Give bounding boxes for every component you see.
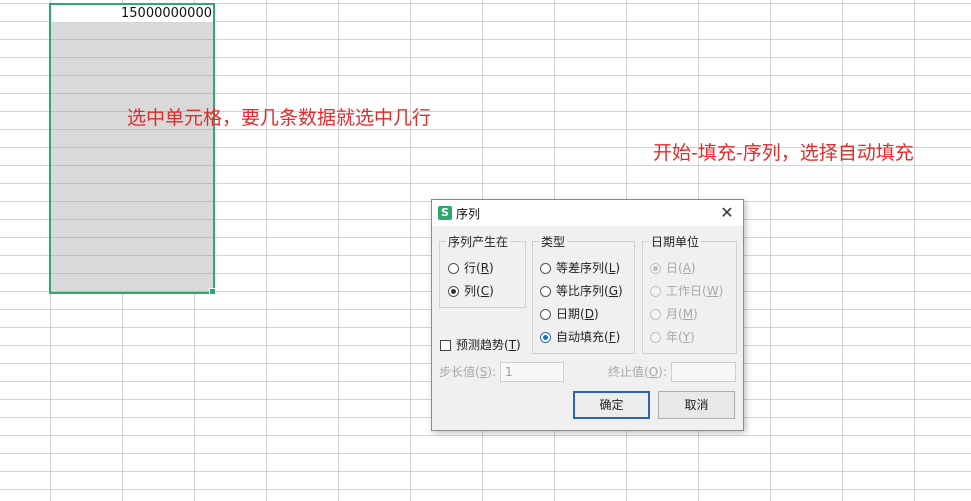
radio-growth[interactable]: 等比序列(G) xyxy=(540,283,623,299)
radio-columns-suffix: ) xyxy=(489,284,494,298)
trend-key: T xyxy=(508,338,517,352)
radio-autofill-key: F xyxy=(608,330,616,344)
radio-date[interactable]: 日期(D) xyxy=(540,306,599,322)
radio-day[interactable]: 日(A) xyxy=(650,260,696,276)
close-icon[interactable]: ✕ xyxy=(717,203,737,223)
radio-rows-icon[interactable] xyxy=(448,263,459,274)
annotation-select-rows: 选中单元格，要几条数据就选中几行 xyxy=(127,107,432,129)
radio-autofill[interactable]: 自动填充(F) xyxy=(540,329,620,345)
step-label-suffix: ): xyxy=(487,365,497,379)
radio-linear-label: 等差序列( xyxy=(556,261,609,275)
cancel-button[interactable]: 取消 xyxy=(658,391,735,419)
radio-year[interactable]: 年(Y) xyxy=(650,329,695,345)
trend-suffix: ) xyxy=(516,338,521,352)
radio-weekday-key: W xyxy=(706,284,719,298)
fill-handle[interactable] xyxy=(209,288,216,295)
radio-weekday-label: 工作日( xyxy=(666,284,707,298)
radio-day-icon[interactable] xyxy=(650,263,661,274)
radio-growth-label: 等比序列( xyxy=(556,284,609,298)
radio-columns-label: 列( xyxy=(464,284,481,298)
radio-rows[interactable]: 行(R) xyxy=(448,260,494,276)
trend-label: 预测趋势( xyxy=(456,338,509,352)
radio-linear[interactable]: 等差序列(L) xyxy=(540,260,620,276)
radio-rows-label: 行( xyxy=(464,261,481,275)
radio-day-label: 日( xyxy=(666,261,683,275)
radio-growth-suffix: ) xyxy=(618,284,623,298)
radio-year-key: Y xyxy=(682,330,691,344)
radio-month-label: 月( xyxy=(666,307,683,321)
step-value-label: 步长值(S): xyxy=(439,363,496,381)
radio-weekday-icon[interactable] xyxy=(650,286,661,297)
radio-month-icon[interactable] xyxy=(650,309,661,320)
radio-date-key: D xyxy=(584,307,594,321)
radio-date-suffix: ) xyxy=(593,307,599,321)
radio-weekday[interactable]: 工作日(W) xyxy=(650,283,723,299)
radio-columns-icon[interactable] xyxy=(448,286,459,297)
radio-growth-key: G xyxy=(608,284,618,298)
radio-rows-suffix: ) xyxy=(489,261,494,275)
series-in-legend: 序列产生在 xyxy=(448,235,509,249)
radio-month[interactable]: 月(M) xyxy=(650,306,698,322)
radio-date-label: 日期( xyxy=(556,307,585,321)
radio-year-icon[interactable] xyxy=(650,332,661,343)
radio-growth-icon[interactable] xyxy=(540,286,551,297)
type-legend: 类型 xyxy=(541,235,566,249)
app-logo-icon: S xyxy=(438,206,452,220)
series-dialog: S 序列 ✕ 序列产生在 行(R) 列(C) 类型 等差序列(L) 等比序列(G… xyxy=(431,199,744,431)
radio-year-suffix: ) xyxy=(690,330,695,344)
stop-label-suffix: ): xyxy=(658,365,667,379)
dialog-titlebar[interactable]: S 序列 ✕ xyxy=(432,200,743,226)
radio-autofill-label: 自动填充( xyxy=(556,330,609,344)
annotation-fill-series: 开始-填充-序列，选择自动填充 xyxy=(653,142,914,164)
trend-checkbox-box[interactable] xyxy=(440,340,451,351)
radio-month-suffix: ) xyxy=(693,307,698,321)
radio-columns-key: C xyxy=(480,284,490,298)
trend-checkbox[interactable]: 预测趋势(T) xyxy=(440,337,521,353)
radio-weekday-suffix: ) xyxy=(718,284,724,298)
stop-value-label: 终止值(O): xyxy=(608,363,667,381)
radio-date-icon[interactable] xyxy=(540,309,551,320)
dialog-title: 序列 xyxy=(456,207,481,221)
radio-autofill-icon[interactable] xyxy=(540,332,551,343)
stop-label-key: O xyxy=(648,365,659,379)
ok-button[interactable]: 确定 xyxy=(573,391,650,419)
selected-cell-range[interactable]: 15000000000 xyxy=(49,3,215,294)
radio-linear-icon[interactable] xyxy=(540,263,551,274)
stop-value-input[interactable] xyxy=(671,362,736,382)
radio-year-label: 年( xyxy=(666,330,683,344)
stop-label-text: 终止值( xyxy=(608,365,649,379)
step-value-input[interactable]: 1 xyxy=(500,362,564,382)
radio-rows-key: R xyxy=(480,261,490,275)
cell-value[interactable]: 15000000000 xyxy=(51,5,213,23)
step-label-text: 步长值( xyxy=(439,365,480,379)
radio-month-key: M xyxy=(682,307,694,321)
radio-columns[interactable]: 列(C) xyxy=(448,283,494,299)
radio-linear-suffix: ) xyxy=(615,261,621,275)
radio-day-suffix: ) xyxy=(690,261,696,275)
radio-day-key: A xyxy=(682,261,691,275)
date-unit-legend: 日期单位 xyxy=(651,235,700,249)
radio-autofill-suffix: ) xyxy=(615,330,621,344)
